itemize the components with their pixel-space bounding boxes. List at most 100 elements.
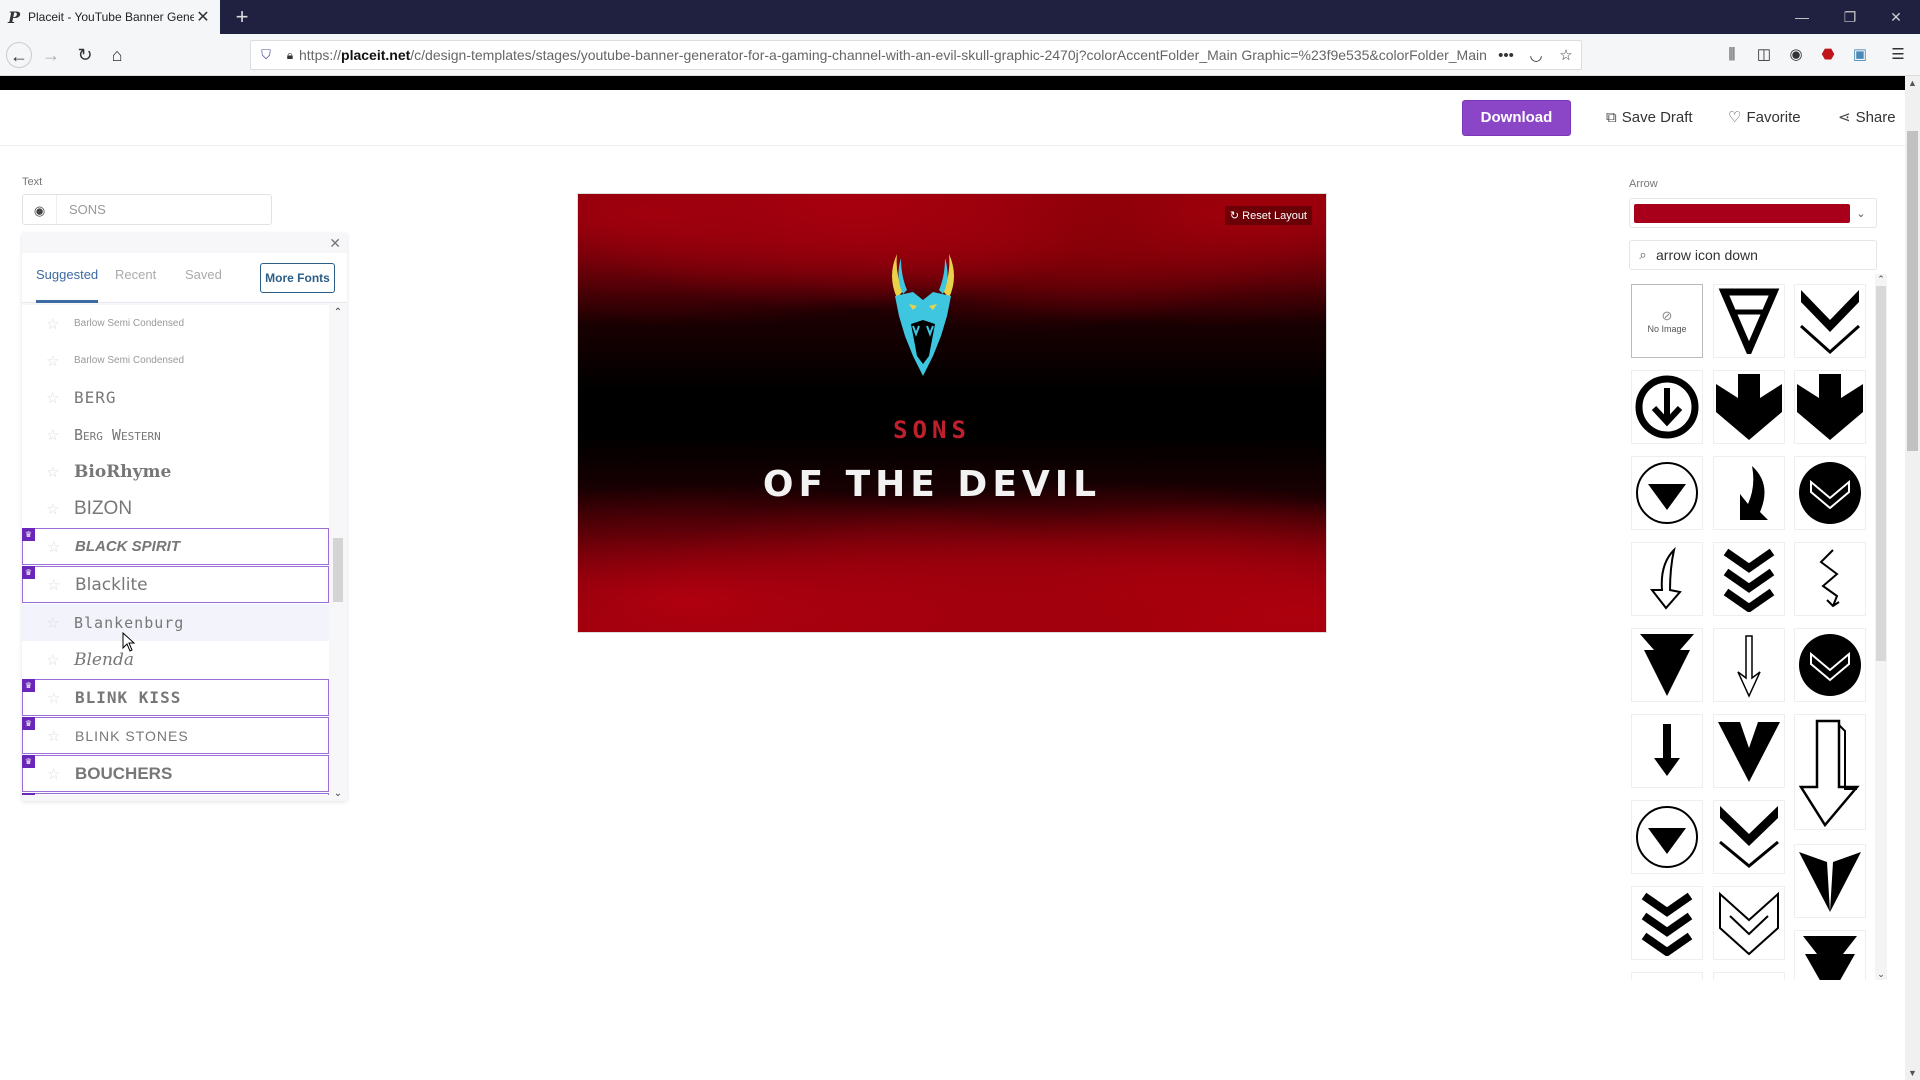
download-button[interactable]: Download [1462,100,1571,136]
graphic-option[interactable] [1794,628,1866,702]
account-icon[interactable]: ◉ [1784,44,1808,66]
font-item-premium[interactable]: ♛ ☆ Blacklite [22,566,329,603]
browser-tab[interactable]: P Placeit - YouTube Banner Generator ✕ [0,0,220,34]
sidebar-icon[interactable]: ◫ [1752,44,1776,66]
lock-icon[interactable]: 🔒︎ [281,48,299,63]
graphic-option[interactable] [1631,628,1703,702]
tab-saved[interactable]: Saved [185,267,222,303]
menu-icon[interactable]: ☰ [1886,44,1910,66]
font-item[interactable]: ☆ BERG [22,379,329,416]
scroll-down-icon[interactable]: ⌄ [1875,969,1887,980]
graphic-option[interactable] [1713,284,1785,358]
star-icon[interactable]: ☆ [46,463,74,481]
banner-text-line1[interactable]: SONS [578,416,1326,444]
font-item-premium[interactable]: ♛ ☆ BLINK KISS [22,679,329,716]
star-icon[interactable]: ☆ [47,689,75,707]
tracking-shield-icon[interactable]: ⛉ [251,47,281,63]
graphic-option[interactable] [1713,800,1785,874]
page-scrollbar[interactable]: ▲ ▼ [1905,76,1920,1080]
scroll-down-icon[interactable]: ⌄ [329,788,347,799]
adblock-icon[interactable]: ⬣ [1816,44,1840,66]
close-window-icon[interactable]: ✕ [1874,0,1918,34]
graphic-option[interactable] [1713,370,1785,444]
scroll-down-icon[interactable]: ▼ [1905,1068,1920,1078]
graphic-option[interactable] [1631,886,1703,960]
pocket-icon[interactable]: ◡ [1521,46,1551,64]
graphic-option[interactable] [1631,542,1703,616]
graphic-option[interactable] [1631,714,1703,788]
graphic-option[interactable] [1794,714,1866,830]
bookmark-star-icon[interactable]: ☆ [1551,46,1581,64]
font-item[interactable]: ☆ BioRhyme [22,453,329,490]
graphic-option[interactable] [1713,714,1785,788]
font-item[interactable]: ☆ Blenda [22,641,329,678]
graphic-option[interactable] [1794,284,1866,358]
star-icon[interactable]: ☆ [46,315,74,333]
forward-icon[interactable]: → [38,42,64,68]
graphic-option[interactable] [1794,370,1866,444]
close-tab-icon[interactable]: ✕ [194,7,212,27]
graphic-grid-scrollbar[interactable]: ⌃ ⌄ [1875,274,1887,980]
share-button[interactable]: ⋖ Share [1838,100,1896,136]
close-font-picker-icon[interactable]: ✕ [329,235,341,252]
font-item[interactable]: ☆ Berg Western [22,416,329,453]
banner-canvas[interactable]: ↻ Reset Layout SONS OF THE DEVIL [577,193,1327,633]
font-list-scroll-thumb[interactable] [333,538,343,602]
scroll-up-icon[interactable]: ⌃ [329,307,347,318]
star-icon[interactable]: ☆ [46,651,74,669]
graphic-option[interactable] [1631,456,1703,530]
graphic-option[interactable] [1713,972,1785,980]
star-icon[interactable]: ☆ [47,765,75,783]
color-select[interactable]: ⌄ [1629,198,1877,228]
graphic-option[interactable] [1794,844,1866,918]
page-scroll-thumb[interactable] [1907,131,1918,451]
font-item-premium[interactable]: ♛ ☆ BLACK SPIRIT [22,528,329,565]
graphic-option[interactable] [1713,456,1785,530]
url-text[interactable]: https://placeit.net/c/design-templates/s… [299,47,1491,63]
font-item-premium[interactable]: ♛ ☆ BOUCHERS [22,755,329,792]
scroll-up-icon[interactable]: ⌃ [1875,274,1887,285]
graphic-option[interactable] [1631,800,1703,874]
graphic-option[interactable] [1631,370,1703,444]
font-item[interactable]: ☆ Barlow Semi Condensed [22,342,329,379]
font-item-premium[interactable]: ♛ ☆ BLINK STONES [22,717,329,754]
star-icon[interactable]: ☆ [47,576,75,594]
banner-text-line2[interactable]: OF THE DEVIL [578,464,1326,505]
more-fonts-button[interactable]: More Fonts [260,263,335,293]
star-icon[interactable]: ☆ [46,426,74,444]
star-icon[interactable]: ☆ [47,727,75,745]
text-input[interactable] [57,202,257,217]
graphic-search-input[interactable] [1656,247,1866,263]
star-icon[interactable]: ☆ [46,614,74,632]
visibility-eye-icon[interactable]: ◉ [23,195,57,224]
library-icon[interactable]: ⫼ [1720,44,1744,66]
font-list-scrollbar[interactable]: ⌃ ⌄ [329,305,347,801]
font-item[interactable]: ☆ Blankenburg [22,604,329,641]
reset-layout-button[interactable]: ↻ Reset Layout [1224,206,1312,225]
favorite-button[interactable]: ♡ Favorite [1728,100,1801,136]
graphic-option[interactable] [1713,886,1785,960]
scroll-up-icon[interactable]: ▲ [1905,78,1920,88]
restore-icon[interactable]: ❐ [1828,0,1872,34]
new-tab-button[interactable]: + [230,4,254,30]
minimize-icon[interactable]: — [1780,0,1824,34]
graphic-option[interactable] [1713,542,1785,616]
graphic-option[interactable] [1794,456,1866,530]
font-item-premium[interactable]: ♛☆ [22,793,329,795]
no-image-option[interactable]: ⊘ No Image [1631,284,1703,358]
evil-skull-graphic[interactable] [883,246,963,381]
back-icon[interactable]: ← [6,42,32,68]
graphic-option[interactable] [1794,930,1866,980]
page-actions-icon[interactable]: ••• [1491,47,1521,64]
graphic-option[interactable] [1713,628,1785,702]
star-icon[interactable]: ☆ [47,538,75,556]
graphic-option[interactable] [1794,542,1866,616]
star-icon[interactable]: ☆ [46,389,74,407]
address-bar[interactable]: ⛉ 🔒︎ https://placeit.net/c/design-templa… [250,40,1582,70]
save-draft-button[interactable]: ⧉ Save Draft [1606,100,1693,136]
font-item[interactable]: ☆ BIZON [22,490,329,527]
star-icon[interactable]: ☆ [46,500,74,518]
reload-icon[interactable]: ↻ [72,42,98,68]
tab-recent[interactable]: Recent [115,267,156,303]
star-icon[interactable]: ☆ [46,352,74,370]
